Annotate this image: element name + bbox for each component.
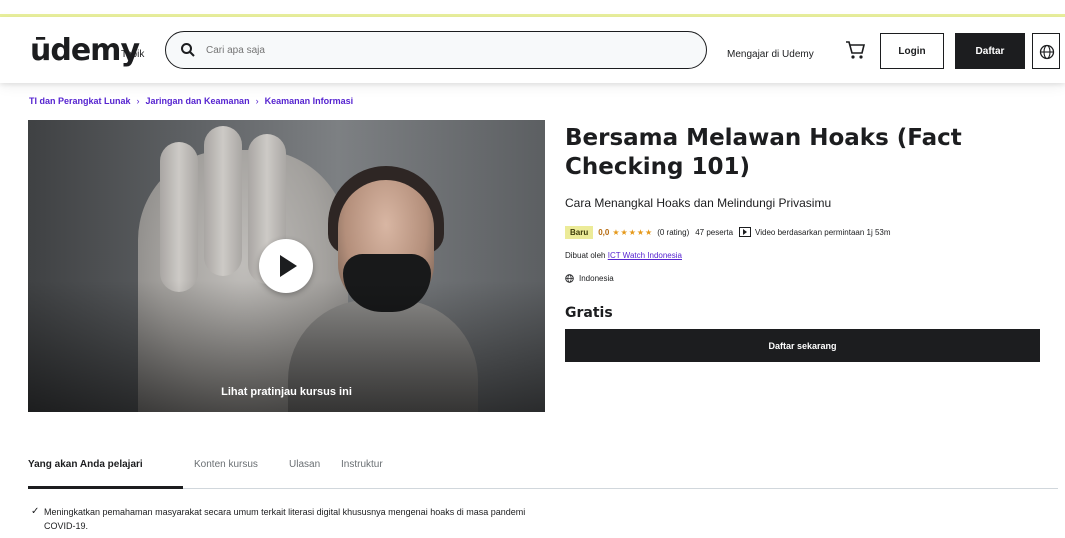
site-header: ūdemy Topik Mengajar di Udemy Login Daft… [0, 17, 1065, 83]
breadcrumb-item[interactable]: Jaringan dan Keamanan [146, 96, 250, 106]
course-price: Gratis [565, 305, 613, 321]
preview-label[interactable]: Lihat pratinjau kursus ini [28, 386, 545, 398]
globe-icon [1039, 44, 1055, 60]
course-preview[interactable]: Lihat pratinjau kursus ini [28, 120, 545, 412]
course-language: Indonesia [565, 274, 614, 283]
play-icon [280, 255, 297, 277]
search-input[interactable] [206, 40, 686, 60]
breadcrumb-item[interactable]: Keamanan Informasi [265, 96, 354, 106]
topics-menu[interactable]: Topik [121, 49, 144, 60]
language-label: Indonesia [579, 274, 614, 283]
creator-prefix: Dibuat oleh [565, 251, 606, 260]
enroll-button[interactable]: Daftar sekarang [565, 329, 1040, 362]
chevron-right-icon: › [136, 96, 140, 106]
login-button[interactable]: Login [880, 33, 944, 69]
breadcrumb-item[interactable]: TI dan Perangkat Lunak [29, 96, 131, 106]
course-creator: Dibuat oleh ICT Watch Indonesia [565, 251, 682, 260]
course-tabs: Yang akan Anda pelajari Konten kursus Ul… [28, 449, 1058, 489]
breadcrumb: TI dan Perangkat Lunak › Jaringan dan Keam… [29, 96, 353, 106]
course-title: Bersama Melawan Hoaks (Fact Checking 101… [565, 125, 962, 180]
play-button[interactable] [259, 239, 313, 293]
tab-content[interactable]: Konten kursus [194, 459, 258, 470]
active-tab-indicator [28, 486, 183, 489]
video-info: Video berdasarkan permintaan 1j 53m [755, 227, 891, 237]
globe-icon [565, 274, 574, 283]
language-button[interactable] [1032, 33, 1060, 69]
students-count: 47 peserta [695, 227, 734, 237]
search-bar[interactable] [165, 31, 707, 69]
chevron-right-icon: › [255, 96, 259, 106]
star-rating-icon: ★★★★★ [612, 227, 654, 237]
course-meta: Baru 0,0 ★★★★★ (0 rating) 47 peserta Vid… [565, 224, 891, 240]
check-icon: ✓ [31, 506, 40, 517]
signup-button[interactable]: Daftar [955, 33, 1025, 69]
list-item: Meningkatkan pemahaman masyarakat secara… [44, 507, 526, 531]
video-icon [739, 227, 752, 237]
tab-learn[interactable]: Yang akan Anda pelajari [28, 459, 143, 470]
tab-reviews[interactable]: Ulasan [289, 459, 320, 470]
teach-link[interactable]: Mengajar di Udemy [727, 49, 814, 60]
rating-value: 0,0 [598, 227, 610, 237]
ratings-count[interactable]: (0 rating) [657, 228, 689, 237]
creator-link[interactable]: ICT Watch Indonesia [608, 251, 682, 260]
tab-instructor[interactable]: Instruktur [341, 459, 383, 470]
new-badge: Baru [565, 225, 594, 239]
top-strip [0, 0, 1065, 17]
cart-icon[interactable] [844, 39, 866, 61]
course-subtitle: Cara Menangkal Hoaks dan Melindungi Priv… [565, 196, 832, 210]
search-icon[interactable] [180, 42, 196, 58]
